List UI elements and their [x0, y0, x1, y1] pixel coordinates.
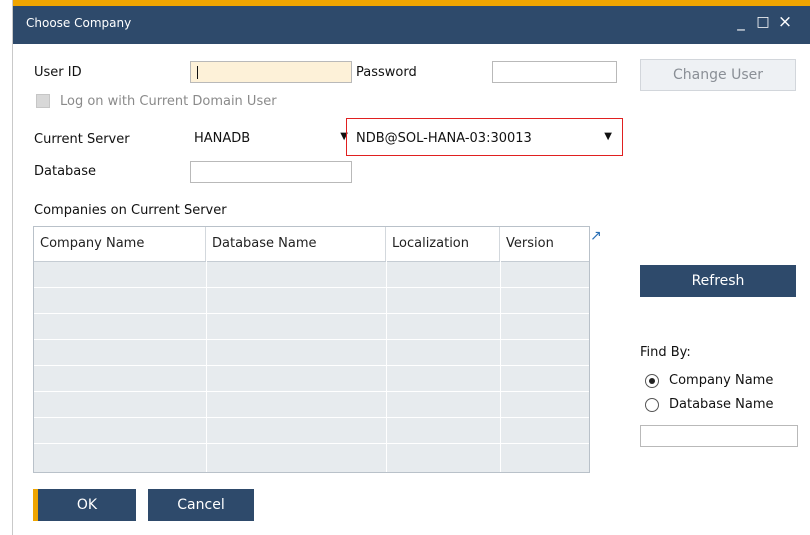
cancel-button[interactable]: Cancel [148, 489, 254, 521]
title-bar-background: Choose Company _ □ × [13, 6, 810, 44]
column-header-localization[interactable]: Localization [386, 227, 500, 261]
current-server-label: Current Server [34, 132, 130, 147]
table-row[interactable] [34, 288, 589, 314]
close-icon[interactable]: × [776, 11, 794, 33]
log-on-domain-checkbox[interactable] [36, 94, 50, 108]
database-field[interactable] [190, 161, 352, 183]
table-row[interactable] [34, 444, 589, 470]
maximize-icon[interactable]: □ [754, 11, 772, 33]
title-bar: Choose Company _ □ × [13, 0, 810, 44]
expand-icon[interactable]: ↗ [590, 228, 602, 244]
refresh-button[interactable]: Refresh [640, 265, 796, 297]
minimize-icon[interactable]: _ [732, 11, 750, 33]
column-header-version[interactable]: Version [500, 227, 589, 261]
ok-button[interactable]: OK [38, 489, 136, 521]
grid-header: Company Name Database Name Localization … [34, 227, 589, 262]
table-row[interactable] [34, 392, 589, 418]
table-row[interactable] [34, 314, 589, 340]
find-by-search-field[interactable] [640, 425, 798, 447]
server-type-dropdown[interactable]: HANADB ▼ [190, 128, 352, 150]
radio-company-name-label: Company Name [669, 373, 774, 388]
log-on-domain-label: Log on with Current Domain User [60, 94, 277, 109]
radio-company-name[interactable] [645, 374, 659, 388]
column-header-database-name[interactable]: Database Name [206, 227, 386, 261]
table-row[interactable] [34, 418, 589, 444]
companies-section-label: Companies on Current Server [34, 203, 227, 218]
column-divider [500, 261, 501, 472]
refresh-label: Refresh [691, 273, 745, 289]
radio-selected-dot [649, 378, 655, 384]
change-user-button[interactable]: Change User [640, 59, 796, 91]
user-id-label: User ID [34, 65, 82, 80]
database-label: Database [34, 164, 97, 179]
user-id-field[interactable] [190, 61, 352, 83]
password-label: Password [356, 65, 417, 80]
radio-database-name-label: Database Name [669, 397, 774, 412]
companies-grid[interactable]: Company Name Database Name Localization … [33, 226, 590, 473]
table-row[interactable] [34, 340, 589, 366]
column-divider [206, 261, 207, 472]
password-field[interactable] [492, 61, 617, 83]
server-type-value: HANADB [194, 131, 251, 146]
choose-company-window: Choose Company _ □ × User ID Password Ch… [12, 0, 810, 535]
find-by-label: Find By: [640, 345, 691, 360]
cancel-label: Cancel [177, 497, 225, 513]
change-user-label: Change User [673, 67, 763, 83]
table-row[interactable] [34, 262, 589, 288]
radio-database-name[interactable] [645, 398, 659, 412]
window-title: Choose Company [26, 16, 132, 30]
column-divider [386, 261, 387, 472]
highlight-box [346, 118, 623, 156]
ok-label: OK [76, 497, 98, 513]
table-row[interactable] [34, 366, 589, 392]
text-cursor [197, 66, 198, 79]
column-header-company-name[interactable]: Company Name [34, 227, 206, 261]
